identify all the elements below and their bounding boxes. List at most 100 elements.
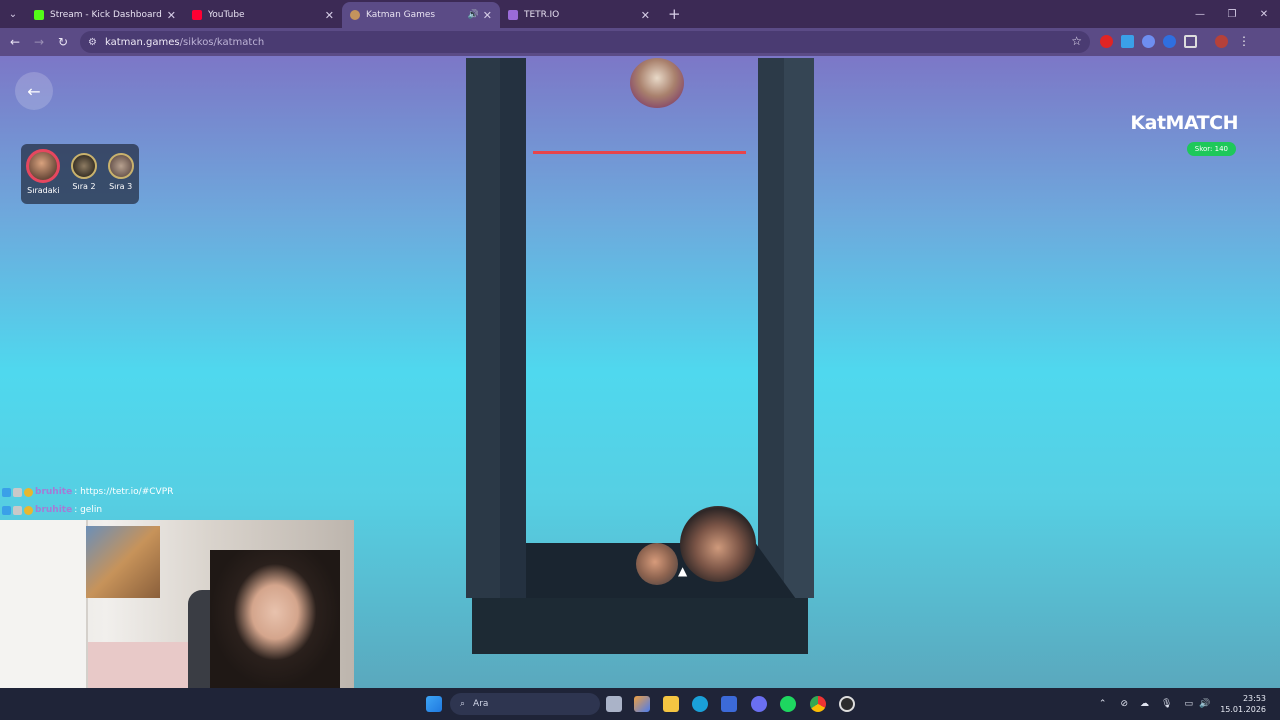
badge-icon: [13, 487, 22, 497]
tab-title: Katman Games: [366, 10, 436, 20]
avatar: [70, 153, 97, 179]
url-text: katman.games/sikkos/katmatch: [104, 36, 265, 48]
kick-icon: [34, 10, 44, 20]
queue-item: Sıra 2: [70, 149, 97, 204]
spotify-icon[interactable]: [780, 696, 796, 712]
minimize-icon[interactable]: —: [1184, 9, 1216, 20]
puzzle-icon[interactable]: [1184, 34, 1197, 48]
badge-icon: [13, 505, 22, 515]
dropping-ball: [630, 58, 684, 108]
queue-item: Sıradaki: [26, 149, 61, 204]
taskbar: ⌕ Ara ⌃ ⊘ ☁ 🎙 ▭ 🔊 23:53 15.01.2026: [0, 688, 1280, 720]
wardrobe: [0, 520, 88, 688]
avatar: [26, 149, 61, 183]
close-icon[interactable]: ✕: [167, 9, 176, 22]
back-button[interactable]: ←: [15, 72, 53, 110]
site-info-icon[interactable]: ⚙: [88, 37, 97, 48]
katman-icon: [350, 10, 360, 20]
queue-label: Sıradaki: [27, 186, 60, 195]
tab-tetrio[interactable]: TETR.IO ✕: [500, 2, 658, 28]
avatar[interactable]: [1215, 34, 1228, 48]
speaker-icon[interactable]: 🔊: [468, 10, 479, 20]
taskbar-search[interactable]: ⌕ Ara: [450, 693, 600, 715]
volume-icon[interactable]: 🔊: [1199, 699, 1210, 709]
bed: [88, 642, 198, 688]
restore-icon[interactable]: ❐: [1216, 9, 1248, 20]
task-view-icon[interactable]: [606, 696, 622, 712]
obs-icon[interactable]: [839, 696, 855, 712]
translate-icon[interactable]: [1121, 34, 1134, 48]
menu-dots-icon[interactable]: ⋮: [1238, 34, 1250, 48]
queue-label: Sıra 2: [72, 182, 96, 191]
date: 15.01.2026: [1220, 705, 1266, 714]
search-icon: ⌕: [460, 699, 466, 709]
chat-username: bruhite: [35, 487, 73, 497]
badge-icon: [2, 487, 11, 497]
camera-off-icon[interactable]: ⊘: [1120, 699, 1128, 709]
person: [210, 550, 340, 688]
chat-text: : https://tetr.io/#CVPR: [74, 487, 174, 497]
tab-strip: ⌄ Stream - Kick Dashboard ✕ YouTube ✕ Ka…: [0, 0, 1280, 28]
copilot-icon[interactable]: [634, 696, 650, 712]
bookmark-star-icon[interactable]: ☆: [1071, 34, 1082, 48]
discord-icon[interactable]: [751, 696, 767, 712]
right-wall-outer: [784, 58, 814, 598]
search-placeholder: Ara: [473, 699, 489, 709]
container-base: [472, 598, 808, 654]
display-icon[interactable]: ▭: [1184, 699, 1193, 709]
queue-label: Sıra 3: [109, 182, 133, 191]
edge-icon[interactable]: [692, 696, 708, 712]
close-icon[interactable]: ✕: [325, 9, 334, 22]
queue-item: Sıra 3: [107, 149, 134, 204]
tab-title: Stream - Kick Dashboard: [50, 10, 162, 20]
close-icon[interactable]: ✕: [641, 9, 650, 22]
extension-icon[interactable]: [1142, 34, 1155, 48]
badge-icon: [2, 505, 11, 515]
reload-icon[interactable]: ↻: [51, 35, 75, 49]
system-tray: ⌃ ⊘ ☁ 🎙 ▭ 🔊 23:53 15.01.2026: [1099, 688, 1280, 720]
badge-icon: [24, 505, 33, 515]
chat-text: : gelin: [74, 505, 103, 515]
windows-start-icon[interactable]: [426, 696, 442, 712]
window-controls: — ❐ ✕: [1184, 0, 1280, 28]
time: 23:53: [1242, 694, 1266, 703]
browser-toolbar: ← → ↻ ⚙ katman.games/sikkos/katmatch ☆ ⋮: [0, 28, 1280, 56]
left-wall-inner: [500, 58, 526, 598]
microphone-icon[interactable]: 🎙: [1161, 699, 1172, 709]
extension-icon[interactable]: [1100, 34, 1113, 48]
forward-arrow-icon[interactable]: →: [27, 35, 51, 49]
new-tab-icon[interactable]: +: [668, 5, 681, 23]
extension-icon[interactable]: [1163, 34, 1176, 48]
game-logo: KatMATCH: [1130, 112, 1238, 134]
file-explorer-icon[interactable]: [663, 696, 679, 712]
ball: [636, 543, 678, 585]
cloud-icon[interactable]: ☁: [1140, 699, 1149, 709]
right-wall: [758, 58, 784, 598]
next-queue: Sıradaki Sıra 2 Sıra 3: [21, 144, 139, 204]
chat-username: bruhite: [35, 505, 73, 515]
cursor-icon: ▲: [678, 564, 688, 578]
tab-search-icon[interactable]: ⌄: [0, 0, 26, 28]
tab-youtube[interactable]: YouTube ✕: [184, 2, 342, 28]
avatar: [107, 153, 134, 179]
chevron-up-icon[interactable]: ⌃: [1099, 699, 1107, 709]
wall-poster: [86, 526, 160, 598]
extensions-area: ⋮: [1100, 34, 1250, 48]
address-bar[interactable]: ⚙ katman.games/sikkos/katmatch ☆: [80, 31, 1090, 53]
tab-kick[interactable]: Stream - Kick Dashboard ✕: [26, 2, 184, 28]
tab-katman[interactable]: Katman Games 🔊 ✕: [342, 2, 500, 28]
youtube-icon: [192, 10, 202, 20]
tab-title: TETR.IO: [524, 10, 560, 20]
badge-icon: [24, 487, 33, 497]
chrome-icon[interactable]: [810, 696, 826, 712]
back-arrow-icon[interactable]: ←: [3, 35, 27, 49]
store-icon[interactable]: [721, 696, 737, 712]
webcam-overlay: [0, 520, 354, 688]
ball: [680, 506, 756, 582]
clock[interactable]: 23:53 15.01.2026: [1220, 693, 1266, 715]
tetrio-icon: [508, 10, 518, 20]
close-icon[interactable]: ✕: [483, 9, 492, 22]
tab-title: YouTube: [208, 10, 245, 20]
chat-message: bruhite : gelin: [2, 505, 102, 515]
close-window-icon[interactable]: ✕: [1248, 9, 1280, 20]
